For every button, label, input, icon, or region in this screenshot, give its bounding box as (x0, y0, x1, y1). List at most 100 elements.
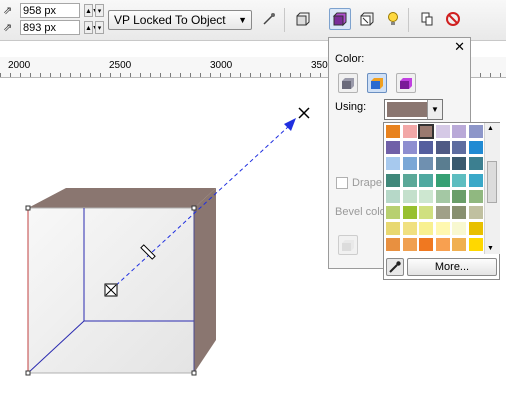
scroll-down-icon[interactable]: ▼ (487, 245, 494, 252)
palette-swatch[interactable] (434, 221, 451, 237)
palette-swatch[interactable] (385, 188, 401, 204)
ruler-tick (30, 73, 31, 77)
palette-swatch[interactable] (434, 140, 451, 156)
copy-extrude-icon[interactable] (292, 8, 314, 30)
palette-swatch[interactable] (418, 188, 434, 204)
palette-swatch[interactable] (451, 237, 467, 253)
palette-swatch[interactable] (467, 188, 484, 204)
palette-swatch[interactable] (401, 205, 418, 220)
more-colors-button[interactable]: More... (407, 258, 497, 276)
ruler-tick (480, 73, 481, 77)
node-handle[interactable] (191, 205, 197, 211)
x-spin-button[interactable]: ▲▼ (84, 4, 99, 17)
palette-swatch[interactable] (451, 188, 467, 204)
ruler-label: 2000 (8, 60, 31, 71)
palette-swatch[interactable] (401, 237, 418, 253)
palette-swatch[interactable] (467, 140, 484, 156)
vanishing-point-icon[interactable] (298, 107, 310, 119)
chevron-down-icon[interactable]: ▼ (427, 100, 442, 119)
palette-swatch[interactable] (385, 124, 401, 139)
palette-swatch[interactable] (385, 221, 401, 237)
palette-swatch[interactable] (451, 172, 467, 188)
property-bar: ⇗ 958 px ▲▼ ▾ ⇗ 893 px ▲▼ ▾ VP Locked To… (0, 0, 506, 41)
pick-vanishing-point-icon[interactable] (258, 8, 280, 30)
palette-swatch[interactable] (385, 205, 401, 220)
use-object-fill-button[interactable] (338, 73, 358, 93)
palette-swatch[interactable] (385, 156, 401, 172)
bevel-color-button[interactable] (338, 235, 358, 255)
eyedropper-button[interactable] (386, 258, 404, 276)
ruler-tick (300, 73, 301, 77)
node-handle[interactable] (25, 205, 31, 211)
palette-swatch[interactable] (385, 237, 401, 253)
palette-swatch[interactable] (418, 221, 434, 237)
extrusion-side-face (194, 188, 216, 373)
vanishing-point-mode-select[interactable]: VP Locked To Object ▼ (108, 10, 252, 30)
palette-swatch[interactable] (401, 172, 418, 188)
ruler-tick (500, 73, 501, 77)
palette-swatch[interactable] (451, 124, 467, 139)
drape-label: Drape (352, 177, 382, 189)
palette-swatch[interactable] (467, 205, 484, 220)
palette-swatch[interactable] (451, 205, 467, 220)
palette-swatch[interactable] (401, 140, 418, 156)
vanishing-point-copy-icon[interactable] (416, 8, 438, 30)
palette-scrollbar[interactable]: ▲ ▼ (484, 123, 500, 254)
ruler-tick (140, 73, 141, 77)
x-position-input[interactable]: 958 px (20, 3, 80, 18)
palette-swatch[interactable] (401, 221, 418, 237)
palette-swatch[interactable] (434, 124, 451, 139)
palette-swatch[interactable] (434, 156, 451, 172)
palette-swatch[interactable] (385, 172, 401, 188)
palette-swatch[interactable] (467, 172, 484, 188)
extrude-color-icon[interactable] (329, 8, 351, 30)
palette-swatch[interactable] (418, 172, 434, 188)
palette-swatch[interactable] (401, 188, 418, 204)
palette-swatch[interactable] (418, 205, 434, 220)
palette-swatch[interactable] (467, 221, 484, 237)
extrude-bevel-icon[interactable] (356, 8, 378, 30)
ruler-tick (60, 73, 61, 77)
ruler-tick (250, 73, 251, 77)
node-handle[interactable] (25, 370, 31, 376)
lighting-icon[interactable] (382, 8, 404, 30)
y-position-field-group: ⇗ 893 px ▲▼ ▾ (2, 20, 104, 36)
palette-swatch[interactable] (434, 205, 451, 220)
palette-swatch[interactable] (451, 221, 467, 237)
use-solid-color-button[interactable] (367, 73, 387, 93)
palette-swatch[interactable] (418, 237, 434, 253)
palette-swatch[interactable] (467, 124, 484, 139)
palette-swatch[interactable] (434, 172, 451, 188)
palette-swatch[interactable] (451, 156, 467, 172)
palette-swatch[interactable] (434, 188, 451, 204)
close-icon[interactable]: ✕ (454, 39, 465, 55)
ruler-tick (130, 73, 131, 77)
palette-swatch[interactable] (451, 140, 467, 156)
node-handle[interactable] (191, 370, 197, 376)
using-color-picker[interactable]: ▼ (384, 99, 443, 120)
use-color-shading-button[interactable] (396, 73, 416, 93)
color-label: Color: (335, 53, 365, 65)
palette-swatch[interactable] (418, 124, 434, 139)
scrollbar-thumb[interactable] (487, 161, 497, 203)
ruler-tick (270, 73, 271, 77)
palette-swatch[interactable] (434, 237, 451, 253)
palette-swatch[interactable] (418, 156, 434, 172)
palette-swatch[interactable] (401, 156, 418, 172)
y-spin-button[interactable]: ▲▼ (84, 21, 99, 34)
y-lock-button[interactable]: ▾ (95, 21, 104, 34)
toolbar-separator (284, 8, 285, 32)
palette-swatch[interactable] (467, 237, 484, 253)
eyedropper-icon (389, 261, 401, 273)
drape-fills-checkbox[interactable] (336, 177, 348, 189)
palette-swatch[interactable] (467, 156, 484, 172)
clear-extrude-icon[interactable] (442, 8, 464, 30)
x-lock-button[interactable]: ▾ (95, 4, 104, 17)
y-position-input[interactable]: 893 px (20, 20, 80, 35)
scroll-up-icon[interactable]: ▲ (487, 125, 494, 132)
palette-swatch[interactable] (418, 140, 434, 156)
ruler-tick (120, 73, 121, 77)
palette-swatch[interactable] (401, 124, 418, 139)
palette-swatch[interactable] (385, 140, 401, 156)
x-position-field-group: ⇗ 958 px ▲▼ ▾ (2, 3, 104, 19)
